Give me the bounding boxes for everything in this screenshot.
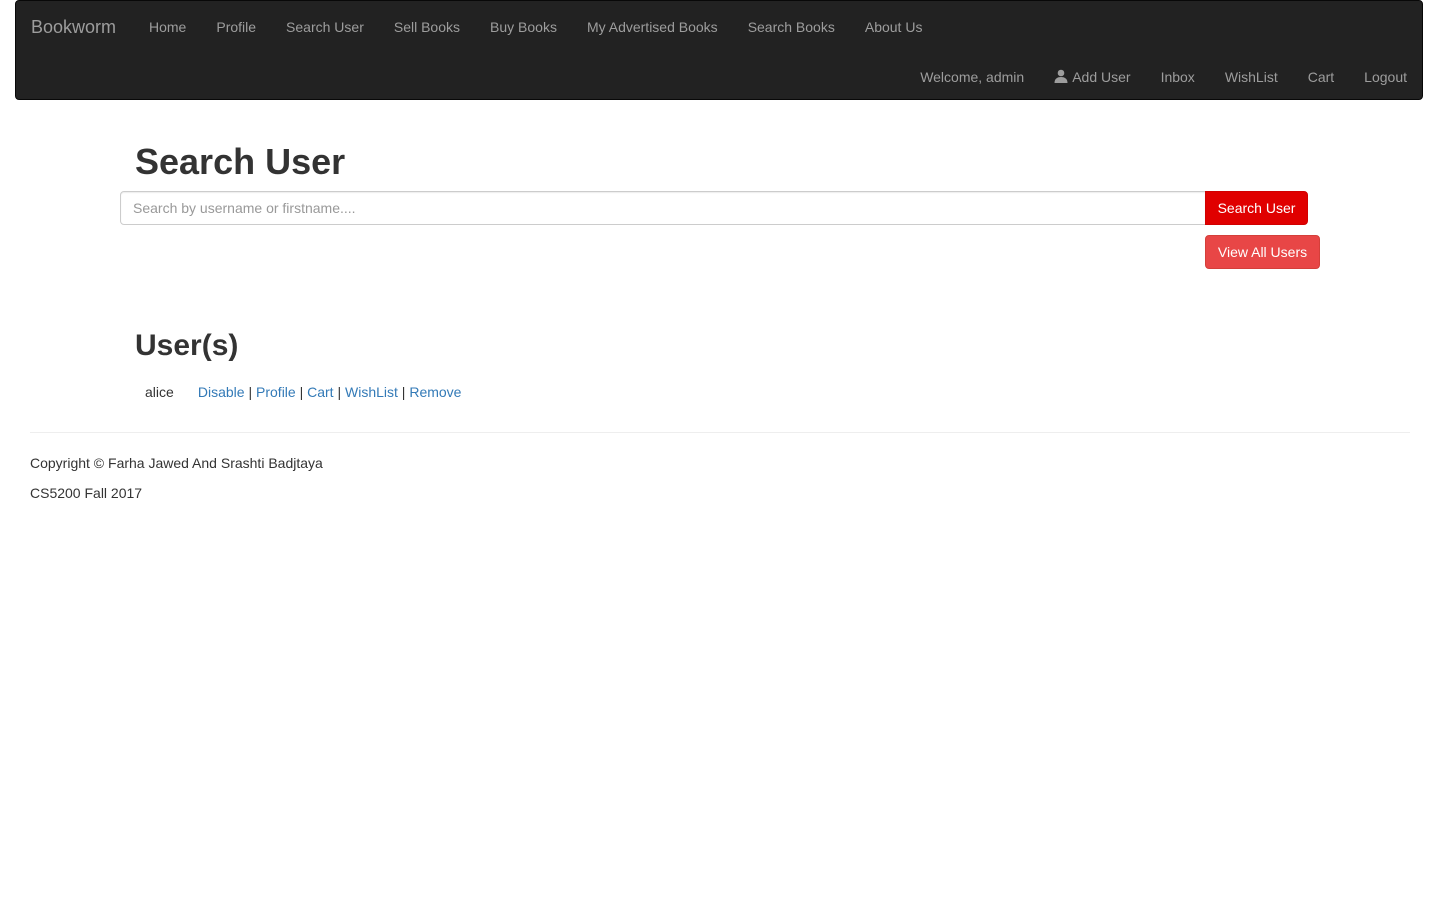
nav-home[interactable]: Home (134, 17, 201, 37)
nav-search-user[interactable]: Search User (271, 17, 379, 37)
user-wishlist-link[interactable]: WishList (345, 384, 398, 400)
primary-nav: Home Profile Search User Sell Books Buy … (134, 17, 937, 37)
user-cart-link[interactable]: Cart (307, 384, 333, 400)
nav-buy-books[interactable]: Buy Books (475, 17, 572, 37)
brand-link[interactable]: Bookworm (31, 15, 116, 39)
nav-logout[interactable]: Logout (1349, 67, 1422, 87)
nav-my-advertised-books[interactable]: My Advertised Books (572, 17, 733, 37)
nav-search-books[interactable]: Search Books (733, 17, 850, 37)
separator: | (337, 384, 342, 400)
view-all-users-button[interactable]: View All Users (1205, 235, 1320, 269)
remove-user-link[interactable]: Remove (409, 384, 461, 400)
users-section-title: User(s) (135, 329, 239, 362)
nav-inbox[interactable]: Inbox (1146, 67, 1210, 87)
nav-cart[interactable]: Cart (1293, 67, 1349, 87)
search-input[interactable] (120, 191, 1206, 225)
nav-sell-books[interactable]: Sell Books (379, 17, 475, 37)
footer-course: CS5200 Fall 2017 (30, 485, 143, 501)
nav-profile[interactable]: Profile (201, 17, 271, 37)
nav-add-user[interactable]: Add User (1039, 67, 1145, 87)
footer-copyright: Copyright © Farha Jawed And Srashti Badj… (30, 455, 323, 471)
secondary-nav: Welcome, admin Add User Inbox WishList C… (905, 67, 1422, 87)
add-user-label: Add User (1072, 69, 1131, 85)
nav-wishlist[interactable]: WishList (1210, 67, 1293, 87)
separator: | (299, 384, 304, 400)
user-row: alice Disable | Profile | Cart | WishLis… (145, 382, 461, 402)
separator: | (401, 384, 406, 400)
footer-divider (30, 432, 1410, 433)
user-profile-link[interactable]: Profile (256, 384, 296, 400)
disable-user-link[interactable]: Disable (198, 384, 245, 400)
search-user-button[interactable]: Search User (1205, 191, 1308, 225)
page-title: Search User (135, 141, 346, 182)
separator: | (248, 384, 253, 400)
user-username: alice (145, 384, 174, 400)
user-icon (1054, 69, 1068, 83)
nav-about-us[interactable]: About Us (850, 17, 938, 37)
welcome-text: Welcome, admin (920, 69, 1025, 85)
top-navbar: Bookworm Home Profile Search User Sell B… (15, 0, 1423, 100)
